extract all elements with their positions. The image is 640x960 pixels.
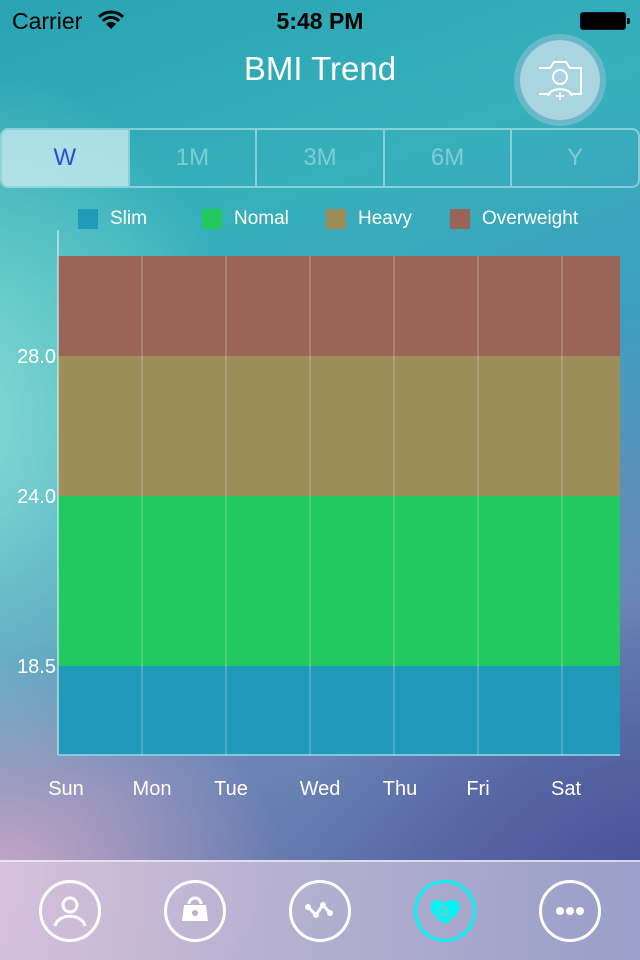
camera-add-user-icon xyxy=(539,61,582,100)
chart-legend: Slim Nomal Heavy Overweight xyxy=(78,208,578,230)
add-photo-button[interactable] xyxy=(520,40,600,120)
legend-item-overweight: Overweight xyxy=(450,208,578,230)
tab-profile[interactable] xyxy=(39,880,102,942)
segment-w[interactable]: W xyxy=(2,130,128,186)
legend-label: Overweight xyxy=(482,208,579,229)
legend-label: Heavy xyxy=(358,208,412,229)
trend-line-icon xyxy=(304,902,333,918)
segment-1m[interactable]: 1M xyxy=(127,130,256,186)
legend-label: Nomal xyxy=(234,208,289,229)
battery-icon xyxy=(580,12,630,30)
status-bar: Carrier 5:48 PM xyxy=(0,0,640,40)
tab-trend[interactable] xyxy=(288,880,351,942)
y-tick-label: 18.5 xyxy=(17,656,56,678)
tab-more[interactable] xyxy=(538,880,601,942)
x-tick-label: Tue xyxy=(214,778,248,800)
x-tick-label: Thu xyxy=(383,778,417,800)
legend-item-nomal: Nomal xyxy=(202,208,326,230)
segment-y[interactable]: Y xyxy=(510,130,638,186)
legend-label: Slim xyxy=(110,208,147,229)
time-range-segmented-control: W 1M 3M 6M Y xyxy=(0,128,640,188)
segment-3m[interactable]: 3M xyxy=(255,130,383,186)
x-tick-label: Mon xyxy=(133,778,172,800)
legend-item-slim: Slim xyxy=(78,208,202,230)
tab-shop[interactable] xyxy=(164,880,227,942)
x-tick-label: Fri xyxy=(466,778,489,800)
y-tick-label: 28.0 xyxy=(17,346,56,368)
legend-item-heavy: Heavy xyxy=(326,208,450,230)
legend-swatch xyxy=(202,209,222,229)
segment-6m[interactable]: 6M xyxy=(382,130,511,186)
x-tick-label: Wed xyxy=(300,778,341,800)
user-icon xyxy=(53,896,87,927)
legend-swatch xyxy=(450,209,470,229)
x-tick-label: Sun xyxy=(48,778,84,800)
legend-swatch xyxy=(326,209,346,229)
y-tick-label: 24.0 xyxy=(17,486,56,508)
more-dots-icon xyxy=(555,907,584,915)
heart-search-icon xyxy=(430,899,460,924)
tab-health[interactable] xyxy=(413,880,476,942)
x-tick-label: Sat xyxy=(551,778,581,800)
legend-swatch xyxy=(78,209,98,229)
bag-icon xyxy=(182,896,209,921)
tab-bar xyxy=(0,860,640,960)
clock: 5:48 PM xyxy=(276,8,364,34)
bmi-chart: 18.5 24.0 28.0 Sun Mon Tue Wed Thu Fri Sat xyxy=(17,230,620,800)
